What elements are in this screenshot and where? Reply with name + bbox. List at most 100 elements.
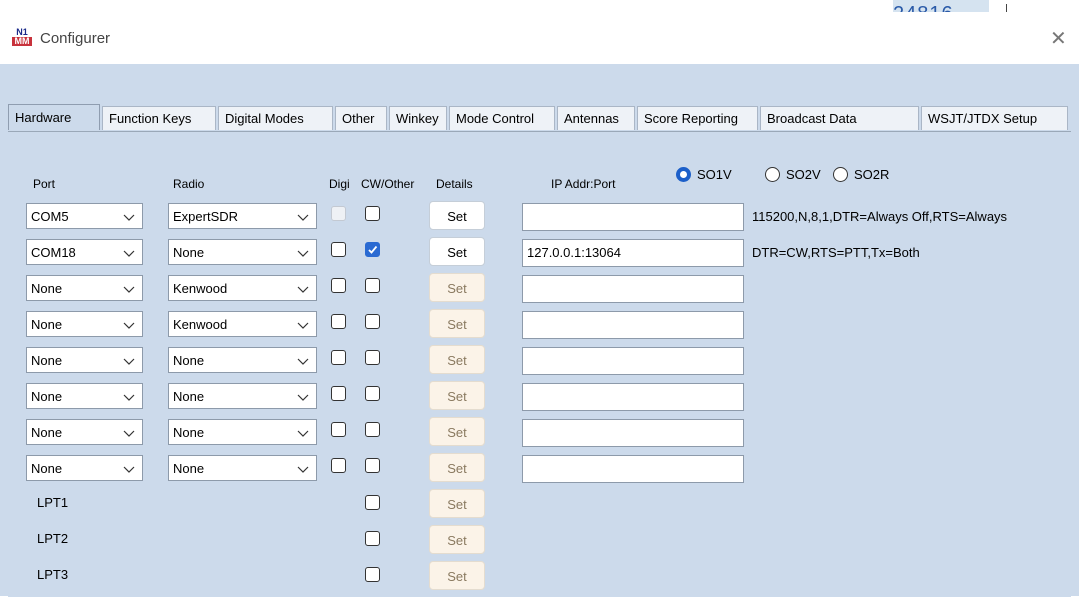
lpt-cw-checkbox[interactable] bbox=[365, 531, 380, 546]
port-select[interactable]: None bbox=[26, 455, 143, 481]
ip-addr-port-input[interactable] bbox=[522, 347, 744, 375]
radio-select[interactable]: Kenwood bbox=[168, 311, 317, 337]
tab-winkey[interactable]: Winkey bbox=[389, 106, 447, 130]
chevron-down-icon bbox=[296, 282, 310, 296]
digi-checkbox[interactable] bbox=[331, 350, 346, 365]
set-button[interactable]: Set bbox=[429, 237, 485, 266]
cw-other-checkbox[interactable] bbox=[365, 386, 380, 401]
ip-addr-port-input[interactable] bbox=[522, 455, 744, 483]
set-button[interactable]: Set bbox=[429, 273, 485, 302]
radio-so2r-dot bbox=[833, 167, 848, 182]
chevron-down-icon bbox=[122, 318, 136, 332]
header-radio: Radio bbox=[173, 177, 205, 191]
tab-other[interactable]: Other bbox=[335, 106, 387, 130]
cw-other-checkbox[interactable] bbox=[365, 422, 380, 437]
radio-so1v-dot bbox=[676, 167, 691, 182]
port-select-value: None bbox=[31, 461, 63, 476]
port-select[interactable]: COM18 bbox=[26, 239, 143, 265]
set-button[interactable]: Set bbox=[429, 561, 485, 590]
digi-checkbox[interactable] bbox=[331, 314, 346, 329]
configurer-window: N1 MM Configurer ✕ Hardware Function Keys D… bbox=[0, 12, 1079, 597]
port-select[interactable]: None bbox=[26, 311, 143, 337]
chevron-down-icon bbox=[296, 462, 310, 476]
set-button[interactable]: Set bbox=[429, 417, 485, 446]
ip-addr-port-input[interactable] bbox=[522, 275, 744, 303]
port-select-value: None bbox=[31, 353, 63, 368]
background-app-strip: 24816 bbox=[0, 0, 1079, 12]
close-icon[interactable]: ✕ bbox=[1050, 26, 1067, 51]
port-select[interactable]: None bbox=[26, 275, 143, 301]
ip-addr-port-input[interactable] bbox=[522, 419, 744, 447]
radio-select[interactable]: None bbox=[168, 239, 317, 265]
tab-digital-modes[interactable]: Digital Modes bbox=[218, 106, 333, 130]
port-select-value: None bbox=[31, 425, 63, 440]
ip-addr-port-input[interactable] bbox=[522, 203, 744, 231]
port-select[interactable]: COM5 bbox=[26, 203, 143, 229]
port-select[interactable]: None bbox=[26, 383, 143, 409]
radio-select[interactable]: Kenwood bbox=[168, 275, 317, 301]
header-cw-other: CW/Other bbox=[361, 177, 415, 191]
port-select[interactable]: None bbox=[26, 419, 143, 445]
background-divider bbox=[1006, 4, 1007, 12]
window-title: Configurer bbox=[40, 30, 111, 47]
tab-mode-control[interactable]: Mode Control bbox=[449, 106, 555, 130]
cw-other-checkbox[interactable] bbox=[365, 206, 380, 221]
ip-addr-port-input[interactable] bbox=[522, 383, 744, 411]
radio-select-value: ExpertSDR bbox=[173, 209, 239, 224]
port-select-value: None bbox=[31, 317, 63, 332]
set-button[interactable]: Set bbox=[429, 525, 485, 554]
port-settings-info: 115200,N,8,1,DTR=Always Off,RTS=Always bbox=[752, 209, 1008, 224]
cw-other-checkbox[interactable] bbox=[365, 458, 380, 473]
header-ip: IP Addr:Port bbox=[551, 177, 616, 191]
radio-select[interactable]: None bbox=[168, 347, 317, 373]
digi-checkbox[interactable] bbox=[331, 242, 346, 257]
lpt-cw-checkbox[interactable] bbox=[365, 495, 380, 510]
chevron-down-icon bbox=[296, 390, 310, 404]
tab-score-reporting[interactable]: Score Reporting bbox=[637, 106, 758, 130]
radio-select-value: None bbox=[173, 245, 205, 260]
set-button[interactable]: Set bbox=[429, 201, 485, 230]
radio-select-value: None bbox=[173, 353, 205, 368]
port-select[interactable]: None bbox=[26, 347, 143, 373]
set-button[interactable]: Set bbox=[429, 453, 485, 482]
ip-addr-port-input[interactable] bbox=[522, 311, 744, 339]
digi-checkbox[interactable] bbox=[331, 278, 346, 293]
set-button[interactable]: Set bbox=[429, 309, 485, 338]
ip-addr-port-input[interactable]: 127.0.0.1:13064 bbox=[522, 239, 744, 267]
cw-other-checkbox[interactable] bbox=[365, 242, 380, 257]
radio-select[interactable]: None bbox=[168, 455, 317, 481]
tab-hardware[interactable]: Hardware bbox=[8, 104, 100, 130]
chevron-down-icon bbox=[296, 426, 310, 440]
header-port: Port bbox=[33, 177, 56, 191]
chevron-down-icon bbox=[122, 390, 136, 404]
tab-wsjt-jtdx-setup[interactable]: WSJT/JTDX Setup bbox=[921, 106, 1068, 130]
tab-antennas[interactable]: Antennas bbox=[557, 106, 635, 130]
digi-checkbox[interactable] bbox=[331, 386, 346, 401]
radio-select-value: None bbox=[173, 389, 205, 404]
digi-checkbox[interactable] bbox=[331, 458, 346, 473]
radio-select-value: Kenwood bbox=[173, 317, 228, 332]
cw-other-checkbox[interactable] bbox=[365, 314, 380, 329]
chevron-down-icon bbox=[122, 282, 136, 296]
chevron-down-icon bbox=[122, 210, 136, 224]
radio-select[interactable]: None bbox=[168, 383, 317, 409]
set-button[interactable]: Set bbox=[429, 345, 485, 374]
radio-select[interactable]: ExpertSDR bbox=[168, 203, 317, 229]
lpt-label: LPT1 bbox=[37, 495, 69, 510]
tab-function-keys[interactable]: Function Keys bbox=[102, 106, 216, 130]
radio-so2r-label: SO2R bbox=[854, 167, 890, 182]
port-select-value: COM5 bbox=[31, 209, 69, 224]
radio-select[interactable]: None bbox=[168, 419, 317, 445]
set-button[interactable]: Set bbox=[429, 489, 485, 518]
cw-other-checkbox[interactable] bbox=[365, 278, 380, 293]
digi-checkbox[interactable] bbox=[331, 422, 346, 437]
tab-broadcast-data[interactable]: Broadcast Data bbox=[760, 106, 919, 130]
port-select-value: None bbox=[31, 389, 63, 404]
chevron-down-icon bbox=[122, 426, 136, 440]
cw-other-checkbox[interactable] bbox=[365, 350, 380, 365]
set-button[interactable]: Set bbox=[429, 381, 485, 410]
chevron-down-icon bbox=[296, 246, 310, 260]
port-select-value: None bbox=[31, 281, 63, 296]
lpt-cw-checkbox[interactable] bbox=[365, 567, 380, 582]
n1mm-logo-icon: N1 MM bbox=[12, 28, 32, 46]
